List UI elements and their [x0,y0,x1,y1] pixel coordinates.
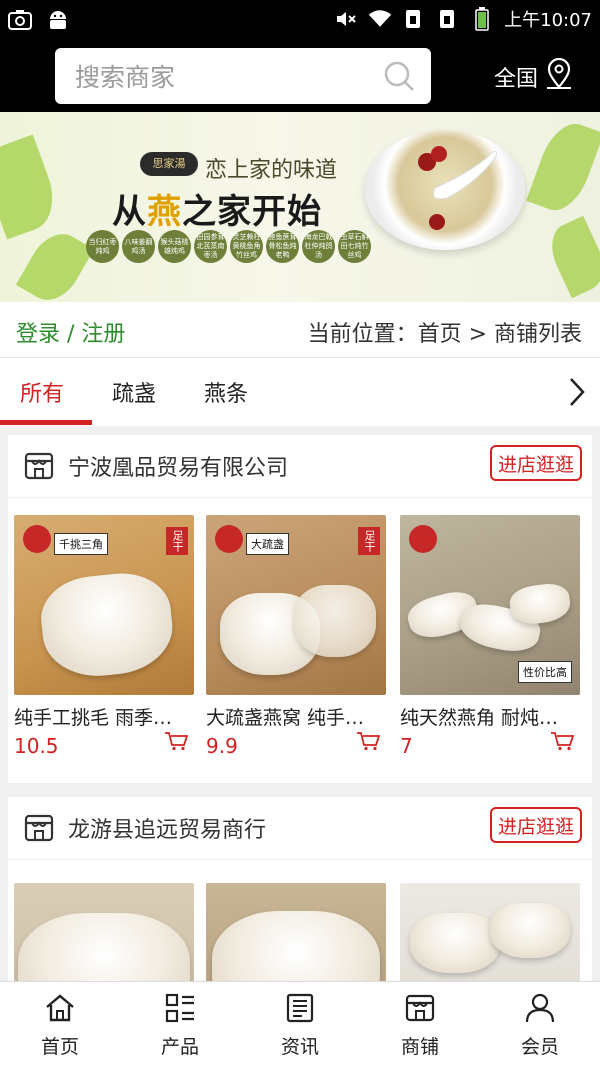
region-label: 全国 [494,67,539,92]
mute-icon [334,7,358,31]
product-card[interactable]: 千挑三角 足干 纯手工挑毛 雨季… 10.5 [14,515,194,758]
nav-home[interactable]: 首页 [0,982,120,1068]
tab-shu-zhan[interactable]: 疏盏 [112,376,156,408]
product-sub-badge: 足干 [166,527,188,555]
region-selector[interactable]: 全国 [494,57,574,96]
breadcrumb: 登录 / 注册 当前位置：首页 > 商铺列表 [0,302,600,358]
decorative-leaf [526,116,600,218]
dish-badge: 田园参茸北芪蒸南枣汤 [194,230,227,263]
tab-yan-tiao[interactable]: 燕条 [204,376,248,408]
store-icon [24,813,54,847]
grid-list-icon [164,992,196,1028]
cart-icon[interactable] [164,731,189,755]
product-badge: 千挑三角 [54,533,108,555]
search-input[interactable] [73,58,377,96]
bird-nest-image [37,568,177,682]
nav-products-label: 产品 [160,1036,199,1058]
banner-headline: 从燕之家开始 [112,192,322,232]
android-icon [46,8,70,32]
screenshot-icon [8,8,32,32]
shop-header[interactable]: 龙游县追远贸易商行 进店逛逛 [8,797,592,860]
product-card[interactable] [206,883,386,981]
decorative-leaf [542,215,600,299]
nav-member-label: 会员 [520,1036,559,1058]
banner-dish-list: 当归红枣炖鸡 八味姜翻鸡汤 猴头菇桃雄炖鸡 田园参茸北芪蒸南枣汤 灵芝赖柱黄桃鱼… [86,230,371,263]
product-badge: 性价比高 [518,661,572,683]
location-pin-icon [544,57,574,96]
shop-name[interactable]: 宁波凰品贸易有限公司 [68,450,288,482]
promo-banner[interactable]: 思家湯 恋上家的味道 从燕之家开始 当归红枣炖鸡 八味姜翻鸡汤 猴头菇桃雄炖鸡 … [0,112,600,302]
bird-nest-image [294,585,376,657]
enter-shop-button[interactable]: 进店逛逛 [490,445,582,481]
nav-products[interactable]: 产品 [120,982,240,1068]
product-title[interactable]: 大疏盏燕窝 纯手… [206,703,386,730]
decorative-leaf [0,134,64,240]
search-box[interactable] [55,48,431,104]
login-register-link[interactable]: 登录 / 注册 [16,316,125,348]
store-icon [24,451,54,485]
nav-news[interactable]: 资讯 [240,982,360,1068]
product-card[interactable]: 性价比高 纯天然燕角 耐炖… 7 [400,515,580,758]
top-header: 全国 [0,42,600,112]
nav-shops-label: 商铺 [400,1036,439,1058]
sim-signal-2-icon [436,7,460,31]
current-location: 当前位置：首页 > 商铺列表 [307,322,582,347]
product-card[interactable] [400,883,580,981]
store-icon [404,992,436,1028]
home-icon [44,992,76,1028]
dish-badge: 海龙巴戟杜仲炖鸽汤 [302,230,335,263]
status-bar: 上午10:07 [0,0,600,42]
wifi-icon [368,7,392,31]
product-image[interactable] [206,883,386,981]
bird-nest-image [212,911,380,981]
nav-home-label: 首页 [40,1036,79,1058]
soup-bowl-image [365,130,525,250]
product-card[interactable] [14,883,194,981]
user-icon [524,992,556,1028]
dish-badge: 猴头菇桃雄炖鸡 [158,230,191,263]
product-title[interactable]: 纯手工挑毛 雨季… [14,703,194,730]
dish-badge: 鲍鱼蔗茸骨松鱼炖老鸭 [266,230,299,263]
status-time: 上午10:07 [504,10,592,31]
decorative-leaf [15,224,95,302]
sim-signal-icon [402,7,426,31]
shop-name[interactable]: 龙游县追远贸易商行 [68,812,266,844]
product-image[interactable] [14,883,194,981]
battery-icon [470,7,494,31]
shop-header[interactable]: 宁波凰品贸易有限公司 进店逛逛 [8,435,592,498]
dish-badge: 当归红枣炖鸡 [86,230,119,263]
chevron-right-icon[interactable] [568,376,586,412]
product-image[interactable]: 大疏盏 足干 [206,515,386,695]
shop-card: 龙游县追远贸易商行 进店逛逛 [8,797,592,981]
product-title[interactable]: 纯天然燕角 耐炖… [400,703,580,730]
bird-nest-image [410,913,500,973]
product-image[interactable]: 千挑三角 足干 [14,515,194,695]
category-tabs: 所有 疏盏 燕条 [0,358,600,426]
dish-badge: 八味姜翻鸡汤 [122,230,155,263]
nav-member[interactable]: 会员 [480,982,600,1068]
nav-shops[interactable]: 商铺 [360,982,480,1068]
nav-news-label: 资讯 [280,1036,319,1058]
banner-tagline: 恋上家的味道 [205,158,338,183]
bottom-nav: 首页 产品 资讯 商铺 会员 [0,981,600,1068]
dish-badge: 灵芝赖柱黄桃鱼角竹丝鸡 [230,230,263,263]
cart-icon[interactable] [356,731,381,755]
bird-nest-image [490,903,570,958]
search-icon[interactable] [383,60,415,96]
product-image[interactable]: 性价比高 [400,515,580,695]
active-tab-indicator [0,420,92,425]
tab-all[interactable]: 所有 [20,376,64,408]
enter-shop-button[interactable]: 进店逛逛 [490,807,582,843]
product-sub-badge: 足干 [358,527,380,555]
shop-card: 宁波凰品贸易有限公司 进店逛逛 千挑三角 足干 纯手工挑毛 雨季… 10.5 大… [8,435,592,783]
product-badge: 大疏盏 [246,533,289,555]
product-image[interactable] [400,883,580,981]
cart-icon[interactable] [550,731,575,755]
news-icon [284,992,316,1028]
bird-nest-image [507,581,573,627]
bird-nest-image [18,913,190,981]
brand-logo: 思家湯 [140,152,198,176]
product-card[interactable]: 大疏盏 足干 大疏盏燕窝 纯手… 9.9 [206,515,386,758]
